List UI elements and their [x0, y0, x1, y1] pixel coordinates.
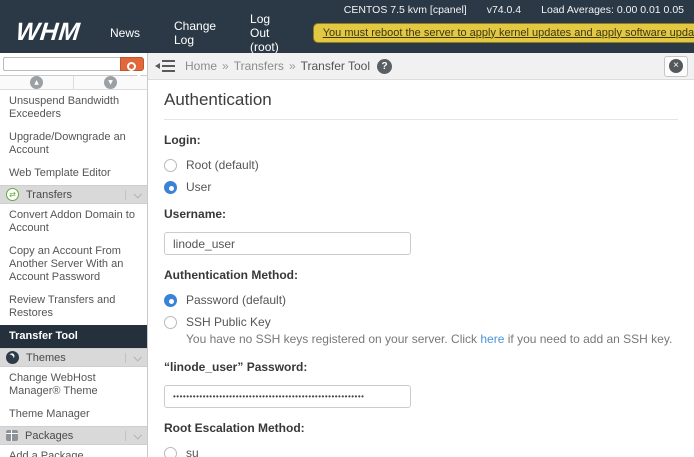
chevron-down-icon[interactable]: [125, 190, 143, 200]
chevron-down-icon[interactable]: [125, 353, 143, 363]
whm-logo: WHM: [14, 18, 81, 47]
packages-icon: [6, 430, 18, 441]
sidebar-section-label: Packages: [25, 430, 73, 442]
breadcrumb-separator: »: [222, 59, 229, 73]
radio-label-su: su: [186, 446, 199, 457]
transfer-tool-form: Authentication Login: Root (default) Use…: [148, 80, 694, 457]
breadcrumb-bar: Home » Transfers » Transfer Tool ? ×: [148, 53, 694, 80]
help-icon[interactable]: ?: [377, 59, 392, 74]
reboot-warning-link[interactable]: You must reboot the server to apply kern…: [313, 23, 694, 43]
username-input[interactable]: [164, 232, 411, 255]
ssh-note-text: if you need to add an SSH key.: [504, 332, 672, 346]
sidebar-search-row: [0, 53, 147, 76]
authentication-method-label: Authentication Method:: [164, 268, 678, 282]
themes-icon: [6, 351, 19, 364]
sidebar-item-review-transfers[interactable]: Review Transfers and Restores: [0, 289, 147, 325]
password-input[interactable]: [164, 385, 411, 408]
radio-option-password[interactable]: Password (default): [164, 293, 678, 307]
collapse-sidebar-icon[interactable]: [155, 59, 175, 73]
radio-label-ssh-key: SSH Public Key: [186, 315, 271, 329]
ssh-key-note: You have no SSH keys registered on your …: [186, 332, 678, 347]
top-header-region: CENTOS 7.5 kvm [cpanel] v74.0.4 Load Ave…: [0, 0, 694, 53]
transfers-icon: ⇄: [6, 188, 19, 201]
breadcrumb-current-page: Transfer Tool: [301, 59, 370, 73]
ssh-key-here-link[interactable]: here: [480, 332, 504, 346]
sidebar-section-transfers[interactable]: ⇄ Transfers: [0, 185, 147, 204]
username-label: Username:: [164, 207, 678, 221]
radio-option-ssh-key[interactable]: SSH Public Key: [164, 315, 678, 329]
load-averages: Load Averages: 0.00 0.01 0.05: [541, 4, 684, 16]
authentication-heading: Authentication: [164, 90, 678, 120]
sidebar-section-label: Transfers: [26, 189, 72, 201]
sidebar-item-upgrade-downgrade-account[interactable]: Upgrade/Downgrade an Account: [0, 126, 147, 162]
radio-label-root: Root (default): [186, 158, 259, 172]
nav-log-out[interactable]: Log Out (root): [250, 12, 279, 54]
radio-button-su[interactable]: [164, 447, 177, 457]
sidebar-item-web-template-editor[interactable]: Web Template Editor: [0, 162, 147, 185]
scroll-down-button[interactable]: ▼: [74, 76, 147, 89]
sidebar-section-packages[interactable]: Packages: [0, 426, 147, 445]
sidebar-item-convert-addon-domain[interactable]: Convert Addon Domain to Account: [0, 204, 147, 240]
sidebar-section-label: Themes: [26, 352, 66, 364]
sidebar-nav-arrows: ▲ ▼: [0, 76, 147, 90]
sidebar-item-transfer-tool[interactable]: Transfer Tool: [0, 325, 147, 348]
login-label: Login:: [164, 133, 678, 147]
sidebar-item-change-whm-theme[interactable]: Change WebHost Manager® Theme: [0, 367, 147, 403]
close-icon: ×: [669, 59, 683, 73]
chevron-down-icon[interactable]: [125, 431, 143, 441]
radio-label-password: Password (default): [186, 293, 286, 307]
radio-option-root[interactable]: Root (default): [164, 158, 678, 172]
sidebar: ▲ ▼ Unsuspend Bandwidth Exceeders Upgrad…: [0, 53, 148, 457]
nav-news[interactable]: News: [110, 26, 140, 40]
server-name: CENTOS 7.5 kvm [cpanel]: [344, 4, 467, 16]
radio-button-user[interactable]: [164, 181, 177, 194]
sidebar-search-input[interactable]: [3, 57, 120, 71]
root-escalation-method-label: Root Escalation Method:: [164, 421, 678, 435]
nav-change-log[interactable]: Change Log: [174, 19, 216, 47]
search-icon: [127, 62, 136, 71]
radio-button-ssh-key[interactable]: [164, 316, 177, 329]
breadcrumb-transfers[interactable]: Transfers: [234, 59, 284, 73]
radio-option-user[interactable]: User: [164, 180, 678, 194]
radio-label-user: User: [186, 180, 211, 194]
sidebar-item-copy-account[interactable]: Copy an Account From Another Server With…: [0, 240, 147, 289]
close-page-button[interactable]: ×: [664, 56, 688, 77]
down-arrow-icon: ▼: [104, 76, 117, 89]
radio-button-root[interactable]: [164, 159, 177, 172]
up-arrow-icon: ▲: [30, 76, 43, 89]
breadcrumb-separator: »: [289, 59, 296, 73]
main-column: Home » Transfers » Transfer Tool ? × Aut…: [148, 53, 694, 457]
sidebar-section-themes[interactable]: Themes: [0, 348, 147, 367]
scroll-up-button[interactable]: ▲: [0, 76, 74, 89]
server-info-bar: CENTOS 7.5 kvm [cpanel] v74.0.4 Load Ave…: [0, 0, 694, 16]
whm-version: v74.0.4: [487, 4, 521, 16]
ssh-note-text: You have no SSH keys registered on your …: [186, 332, 480, 346]
radio-button-password[interactable]: [164, 294, 177, 307]
password-label: “linode_user” Password:: [164, 360, 678, 374]
radio-option-su[interactable]: su: [164, 446, 678, 457]
search-button[interactable]: [120, 57, 144, 71]
sidebar-item-unsuspend-bandwidth-exceeders[interactable]: Unsuspend Bandwidth Exceeders: [0, 90, 147, 126]
header-row: WHM News Change Log Log Out (root) You m…: [0, 16, 694, 53]
sidebar-item-theme-manager[interactable]: Theme Manager: [0, 403, 147, 426]
sidebar-item-add-package[interactable]: Add a Package: [0, 445, 147, 457]
breadcrumb-home[interactable]: Home: [185, 59, 217, 73]
